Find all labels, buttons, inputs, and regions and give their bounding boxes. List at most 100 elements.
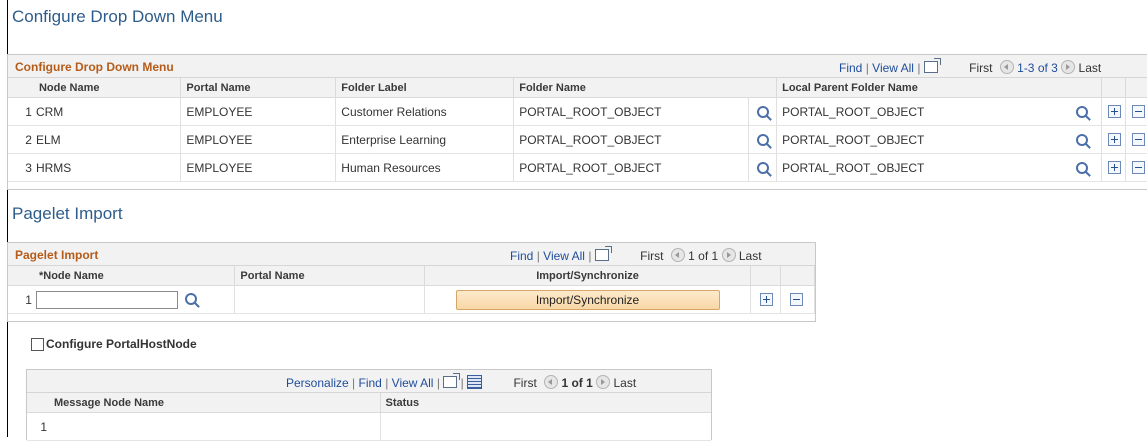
last-label: Last: [613, 376, 637, 390]
row-range: 1 of 1: [688, 249, 719, 263]
portal-name-cell: EMPLOYEE: [180, 153, 337, 182]
row-range: 1-3 of 3: [1017, 61, 1058, 75]
dropdown-grid-header: Configure Drop Down Menu Find | View All…: [8, 55, 1147, 78]
portal-name-cell: [234, 285, 426, 314]
delete-row-icon[interactable]: [789, 292, 803, 306]
import-synchronize-button[interactable]: Import/Synchronize: [455, 289, 720, 310]
download-excel-icon[interactable]: [467, 375, 483, 389]
row-number: 1: [8, 285, 34, 314]
status-cell: [380, 412, 711, 441]
add-row-icon[interactable]: [1107, 132, 1121, 146]
dropdown-grid-title: Configure Drop Down Menu: [15, 60, 174, 74]
last-label: Last: [1078, 61, 1102, 75]
configure-portalhost-checkbox[interactable]: [31, 338, 44, 351]
pagelet-table: *Node Name Portal Name Import/Synchroniz…: [8, 266, 816, 314]
first-label: First: [969, 61, 993, 75]
row-number: 2: [8, 125, 34, 154]
parent-folder-cell: PORTAL_ROOT_OBJECT: [776, 153, 1071, 182]
folder-lookup-icon[interactable]: [757, 105, 770, 118]
zoom-icon[interactable]: [923, 58, 941, 73]
col-message-node-name: Message Node Name: [49, 393, 381, 413]
parent-folder-cell: PORTAL_ROOT_OBJECT: [776, 97, 1071, 126]
message-grid: Personalize | Find | View All | | First …: [26, 369, 712, 441]
node-name-cell: CRM: [33, 97, 182, 126]
table-row: 1 Import/Synchronize: [8, 285, 816, 314]
next-arrow-icon[interactable]: [1061, 60, 1076, 74]
table-row: 1 CRM EMPLOYEE Customer Relations PORTAL…: [8, 97, 1147, 126]
view-all-link[interactable]: View All: [392, 376, 434, 390]
pagelet-grid-header: Pagelet Import Find | View All | First 1…: [8, 243, 815, 266]
last-label: Last: [738, 249, 762, 263]
prev-arrow-icon[interactable]: [544, 375, 559, 389]
next-arrow-icon[interactable]: [721, 248, 736, 262]
zoom-icon[interactable]: [594, 246, 612, 261]
row-range: 1 of 1: [561, 376, 593, 390]
row-number: 1: [27, 412, 49, 441]
parent-folder-cell: PORTAL_ROOT_OBJECT: [776, 125, 1071, 154]
find-link[interactable]: Find: [359, 376, 382, 390]
row-number: 3: [8, 153, 34, 182]
message-grid-nav: Personalize | Find | View All | | First …: [286, 373, 637, 390]
add-row-icon[interactable]: [760, 292, 773, 306]
first-label: First: [513, 376, 537, 390]
pagelet-grid-nav: Find | View All | First 1 of 1 Last: [510, 246, 762, 263]
col-portal-name: Portal Name: [234, 266, 426, 286]
view-all-link[interactable]: View All: [872, 61, 914, 75]
personalize-link[interactable]: Personalize: [286, 376, 349, 390]
portal-name-cell: EMPLOYEE: [180, 125, 337, 154]
parent-lookup-icon[interactable]: [1076, 105, 1089, 118]
folder-label-cell: Human Resources: [335, 153, 515, 182]
prev-arrow-icon[interactable]: [670, 248, 685, 262]
delete-row-icon[interactable]: [1131, 160, 1145, 174]
find-link[interactable]: Find: [839, 61, 862, 75]
page-title: Configure Drop Down Menu: [12, 7, 223, 26]
table-header-row: *Node Name Portal Name Import/Synchroniz…: [8, 266, 816, 286]
delete-row-icon[interactable]: [1131, 104, 1145, 118]
next-arrow-icon[interactable]: [596, 375, 611, 389]
message-node-cell: [49, 412, 381, 441]
dropdown-table: Node Name Portal Name Folder Label Folde…: [8, 78, 1147, 182]
col-local-parent-folder: Local Parent Folder Name: [776, 78, 1102, 98]
col-folder-name: Folder Name: [513, 78, 778, 98]
add-row-icon[interactable]: [1107, 160, 1121, 174]
folder-name-cell: PORTAL_ROOT_OBJECT: [513, 153, 750, 182]
table-row: 1: [27, 412, 711, 441]
dropdown-grid: Configure Drop Down Menu Find | View All…: [7, 54, 1147, 190]
folder-name-cell: PORTAL_ROOT_OBJECT: [513, 97, 750, 126]
col-portal-name: Portal Name: [180, 78, 337, 98]
prev-arrow-icon[interactable]: [999, 60, 1014, 74]
delete-row-icon[interactable]: [1131, 132, 1145, 146]
col-status: Status: [380, 393, 711, 413]
zoom-icon[interactable]: [443, 373, 461, 388]
configure-portalhost-label: Configure PortalHostNode: [46, 337, 197, 351]
parent-lookup-icon[interactable]: [1076, 161, 1089, 174]
pagelet-grid-title: Pagelet Import: [15, 248, 99, 262]
table-row: 3 HRMS EMPLOYEE Human Resources PORTAL_R…: [8, 153, 1147, 182]
node-name-input[interactable]: [35, 290, 178, 309]
dropdown-grid-nav: Find | View All | First 1-3 of 3 Last: [839, 58, 1102, 75]
folder-label-cell: Enterprise Learning: [335, 125, 515, 154]
col-node-name: Node Name: [33, 78, 182, 98]
portal-name-cell: EMPLOYEE: [180, 97, 337, 126]
message-grid-header: Personalize | Find | View All | | First …: [27, 370, 711, 393]
pagelet-section-title: Pagelet Import: [12, 204, 123, 223]
node-lookup-icon[interactable]: [185, 292, 198, 305]
table-header-row: Message Node Name Status: [27, 393, 711, 413]
find-link[interactable]: Find: [510, 249, 533, 263]
folder-label-cell: Customer Relations: [335, 97, 515, 126]
folder-lookup-icon[interactable]: [757, 161, 770, 174]
view-all-link[interactable]: View All: [543, 249, 585, 263]
folder-name-cell: PORTAL_ROOT_OBJECT: [513, 125, 750, 154]
node-name-cell: ELM: [33, 125, 182, 154]
pagelet-grid: Pagelet Import Find | View All | First 1…: [7, 242, 816, 322]
message-table: Message Node Name Status 1: [27, 393, 711, 441]
add-row-icon[interactable]: [1107, 104, 1121, 118]
table-header-row: Node Name Portal Name Folder Label Folde…: [8, 78, 1147, 98]
row-number: 1: [8, 97, 34, 126]
table-row: 2 ELM EMPLOYEE Enterprise Learning PORTA…: [8, 125, 1147, 154]
col-folder-label: Folder Label: [335, 78, 515, 98]
folder-lookup-icon[interactable]: [757, 133, 770, 146]
parent-lookup-icon[interactable]: [1076, 133, 1089, 146]
first-label: First: [640, 249, 664, 263]
node-name-cell: HRMS: [33, 153, 182, 182]
